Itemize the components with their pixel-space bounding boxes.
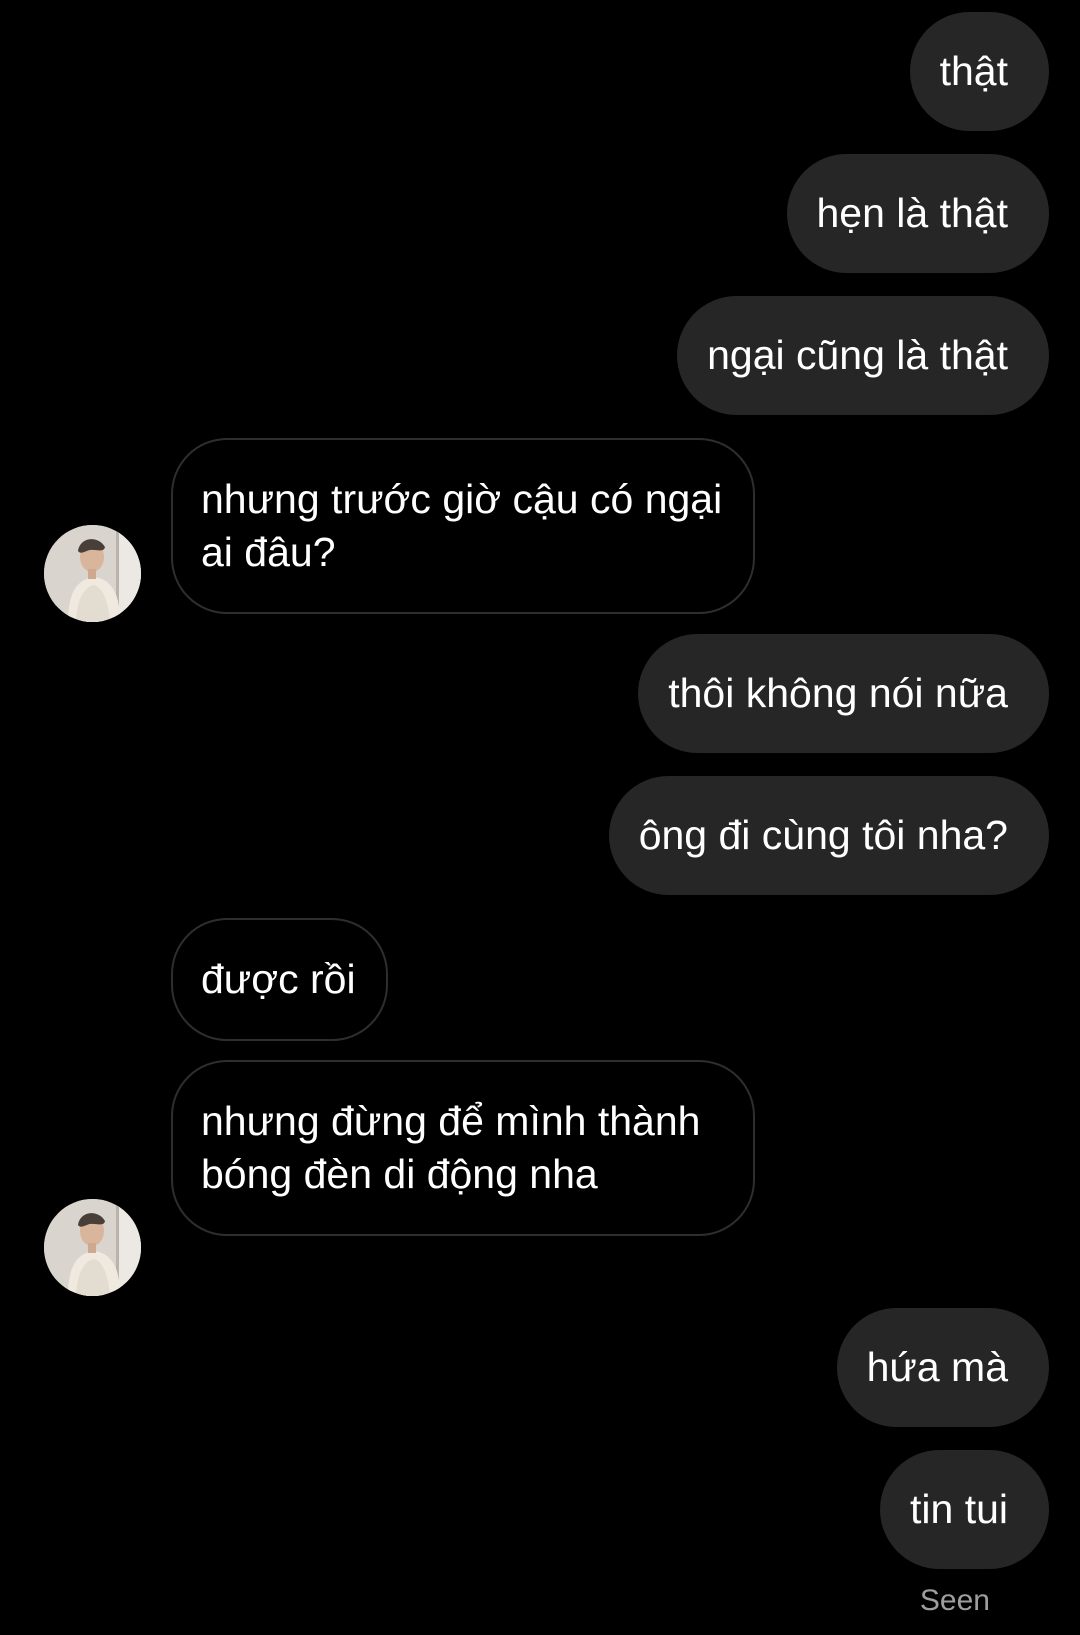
message-row: tin tui	[0, 1450, 1080, 1569]
contact-avatar[interactable]	[44, 1199, 141, 1296]
contact-avatar[interactable]	[44, 525, 141, 622]
message-row: nhưng đừng để mình thành bóng đèn di độn…	[0, 1060, 1080, 1236]
message-row: được rồi	[0, 918, 1080, 1041]
message-row: thật	[0, 12, 1080, 131]
seen-status: Seen	[919, 1584, 990, 1617]
sent-message-bubble[interactable]: thật	[909, 12, 1049, 131]
sent-message-bubble[interactable]: hứa mà	[836, 1308, 1049, 1427]
sent-message-bubble[interactable]: hẹn là thật	[786, 154, 1049, 273]
message-row: nhưng trước giờ cậu có ngại ai đâu?	[0, 438, 1080, 614]
received-message-bubble[interactable]: nhưng đừng để mình thành bóng đèn di độn…	[171, 1060, 755, 1236]
avatar-photo-icon	[44, 525, 141, 622]
message-row: thôi không nói nữa	[0, 634, 1080, 753]
message-thread: thật hẹn là thật ngại cũng là thật nhưng…	[0, 0, 1080, 1635]
sent-message-bubble[interactable]: thôi không nói nữa	[638, 634, 1049, 753]
received-message-bubble[interactable]: được rồi	[171, 918, 388, 1041]
sent-message-bubble[interactable]: ông đi cùng tôi nha?	[608, 776, 1049, 895]
received-message-bubble[interactable]: nhưng trước giờ cậu có ngại ai đâu?	[171, 438, 755, 614]
avatar-photo-icon	[44, 1199, 141, 1296]
message-row: hứa mà	[0, 1308, 1080, 1427]
sent-message-bubble[interactable]: tin tui	[880, 1450, 1049, 1569]
message-row: ông đi cùng tôi nha?	[0, 776, 1080, 895]
message-row: hẹn là thật	[0, 154, 1080, 273]
sent-message-bubble[interactable]: ngại cũng là thật	[677, 296, 1049, 415]
message-row: ngại cũng là thật	[0, 296, 1080, 415]
